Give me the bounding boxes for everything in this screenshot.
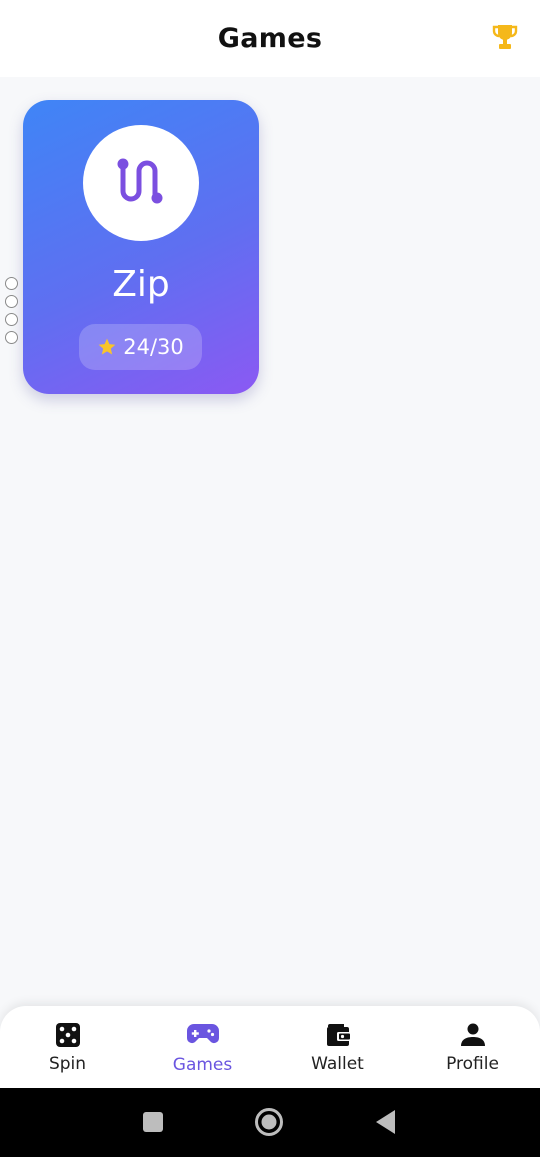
game-title: Zip xyxy=(112,264,170,305)
score-badge: 24/30 xyxy=(79,324,202,370)
gamepad-icon xyxy=(186,1024,219,1043)
drag-handle-dot[interactable] xyxy=(5,277,18,290)
score-text: 24/30 xyxy=(123,335,184,359)
app-header: Games xyxy=(0,0,540,77)
nav-item-games[interactable]: Games xyxy=(135,1006,270,1088)
nav-item-profile[interactable]: Profile xyxy=(405,1006,540,1088)
nav-label-spin: Spin xyxy=(48,1054,87,1074)
drag-handle-dot[interactable] xyxy=(5,331,18,344)
person-icon xyxy=(460,1023,485,1046)
home-circle-icon[interactable] xyxy=(254,1107,284,1137)
recents-square-icon[interactable] xyxy=(142,1111,164,1133)
drag-handle-dot[interactable] xyxy=(5,313,18,326)
trophy-icon[interactable] xyxy=(490,22,520,52)
drag-handle-dot[interactable] xyxy=(5,295,18,308)
system-navigation-bar xyxy=(0,1088,540,1157)
star-icon xyxy=(98,338,116,355)
path-route-icon xyxy=(117,158,163,204)
nav-label-games: Games xyxy=(172,1055,233,1075)
page-title: Games xyxy=(217,23,323,54)
game-card-zip[interactable]: Zip 24/30 xyxy=(23,100,259,394)
nav-item-spin[interactable]: Spin xyxy=(0,1006,135,1088)
bottom-navigation: Spin Games Wallet Profile xyxy=(0,1006,540,1088)
game-icon-badge xyxy=(83,125,199,241)
nav-label-wallet: Wallet xyxy=(311,1054,364,1074)
dice-icon xyxy=(55,1023,80,1047)
wallet-icon xyxy=(326,1024,350,1046)
nav-label-profile: Profile xyxy=(446,1054,499,1074)
nav-item-wallet[interactable]: Wallet xyxy=(270,1006,405,1088)
back-triangle-icon[interactable] xyxy=(374,1109,396,1135)
